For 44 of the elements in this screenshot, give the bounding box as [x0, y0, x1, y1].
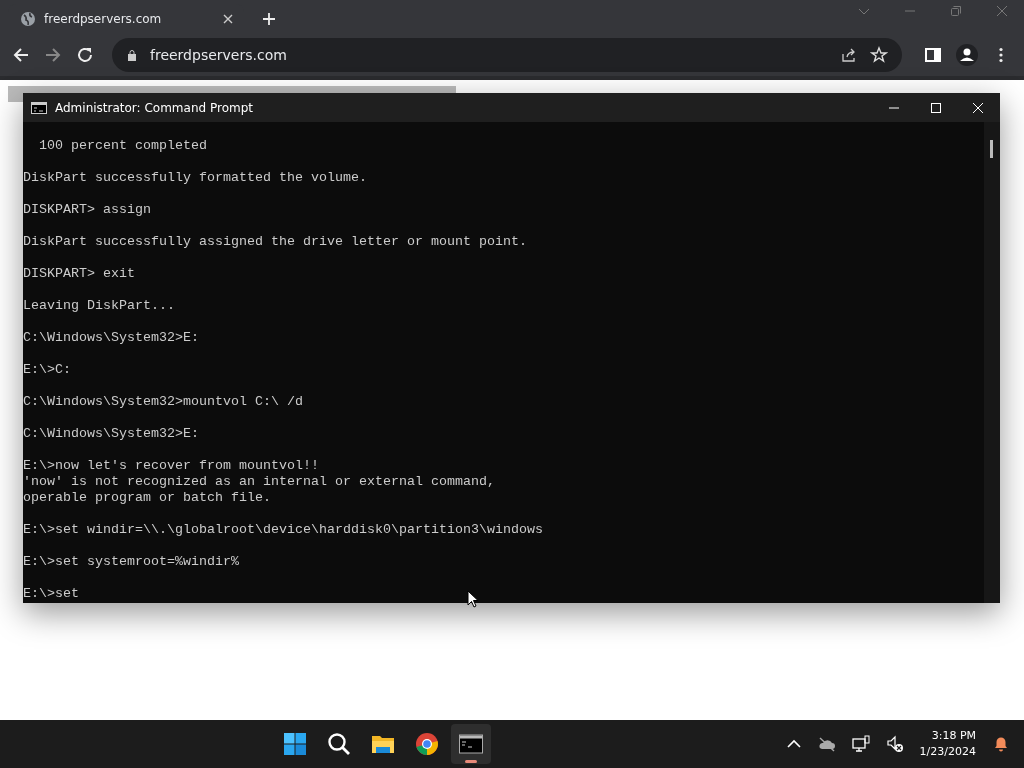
console-line: 100 percent completed	[38, 138, 207, 154]
console-line: DiskPart successfully formatted the volume.	[23, 170, 367, 186]
terminal-taskbar-button[interactable]	[450, 724, 491, 764]
console-line: E:\>set systemroot=%windir%	[23, 554, 239, 570]
console-line: DISKPART> assign	[23, 202, 151, 218]
windows-logo-icon	[282, 732, 307, 756]
maximize-icon[interactable]	[930, 101, 942, 114]
close-icon[interactable]	[222, 13, 234, 25]
console-line: E:\>set	[23, 586, 79, 602]
tab-title: freerdpservers.com	[44, 12, 163, 26]
network-icon[interactable]	[851, 735, 870, 753]
star-icon[interactable]	[870, 46, 888, 64]
scrollbar[interactable]	[984, 122, 1000, 603]
side-panel-icon[interactable]	[924, 46, 942, 64]
window-title: Administrator: Command Prompt	[55, 100, 253, 115]
console-line: C:\Windows\System32>E:	[23, 426, 199, 442]
clock[interactable]: 3:18 PM 1/23/2024	[919, 728, 976, 760]
new-tab-icon[interactable]	[262, 12, 276, 26]
console-line: 'now' is not recognized as an internal or external command,	[23, 474, 495, 490]
bell-icon[interactable]	[992, 735, 1010, 753]
console-line: Leaving DiskPart...	[23, 298, 175, 314]
cloud-off-icon[interactable]	[817, 735, 836, 753]
back-icon[interactable]	[12, 46, 30, 64]
console-line: E:\>now let's recover from mountvol!!	[23, 458, 319, 474]
console-line: E:\>C:	[23, 362, 71, 378]
address-bar[interactable]: freerdpservers.com	[112, 38, 902, 72]
lock-icon	[126, 49, 138, 61]
terminal-icon	[458, 732, 483, 756]
mute-icon[interactable]	[885, 735, 904, 753]
console-line: C:\Windows\System32>mountvol C:\ /d	[23, 394, 303, 410]
restore-icon[interactable]	[950, 5, 962, 17]
console-icon	[31, 101, 47, 114]
browser-logo-icon	[414, 732, 439, 756]
share-icon[interactable]	[840, 46, 858, 64]
profile-icon[interactable]	[956, 44, 978, 66]
console-line: C:\Windows\System32>E:	[23, 330, 199, 346]
search-icon	[326, 732, 351, 756]
console-line: E:\>set windir=\\.\globalroot\device\harddisk0\partition3\windows	[23, 522, 543, 538]
console-line: DiskPart successfully assigned the drive letter or mount point.	[23, 234, 527, 250]
reload-icon[interactable]	[76, 46, 94, 64]
globe-icon	[20, 11, 36, 27]
forward-icon[interactable]	[44, 46, 62, 64]
console-line: operable program or batch file.	[23, 490, 271, 506]
console-line: DISKPART> exit	[23, 266, 135, 282]
